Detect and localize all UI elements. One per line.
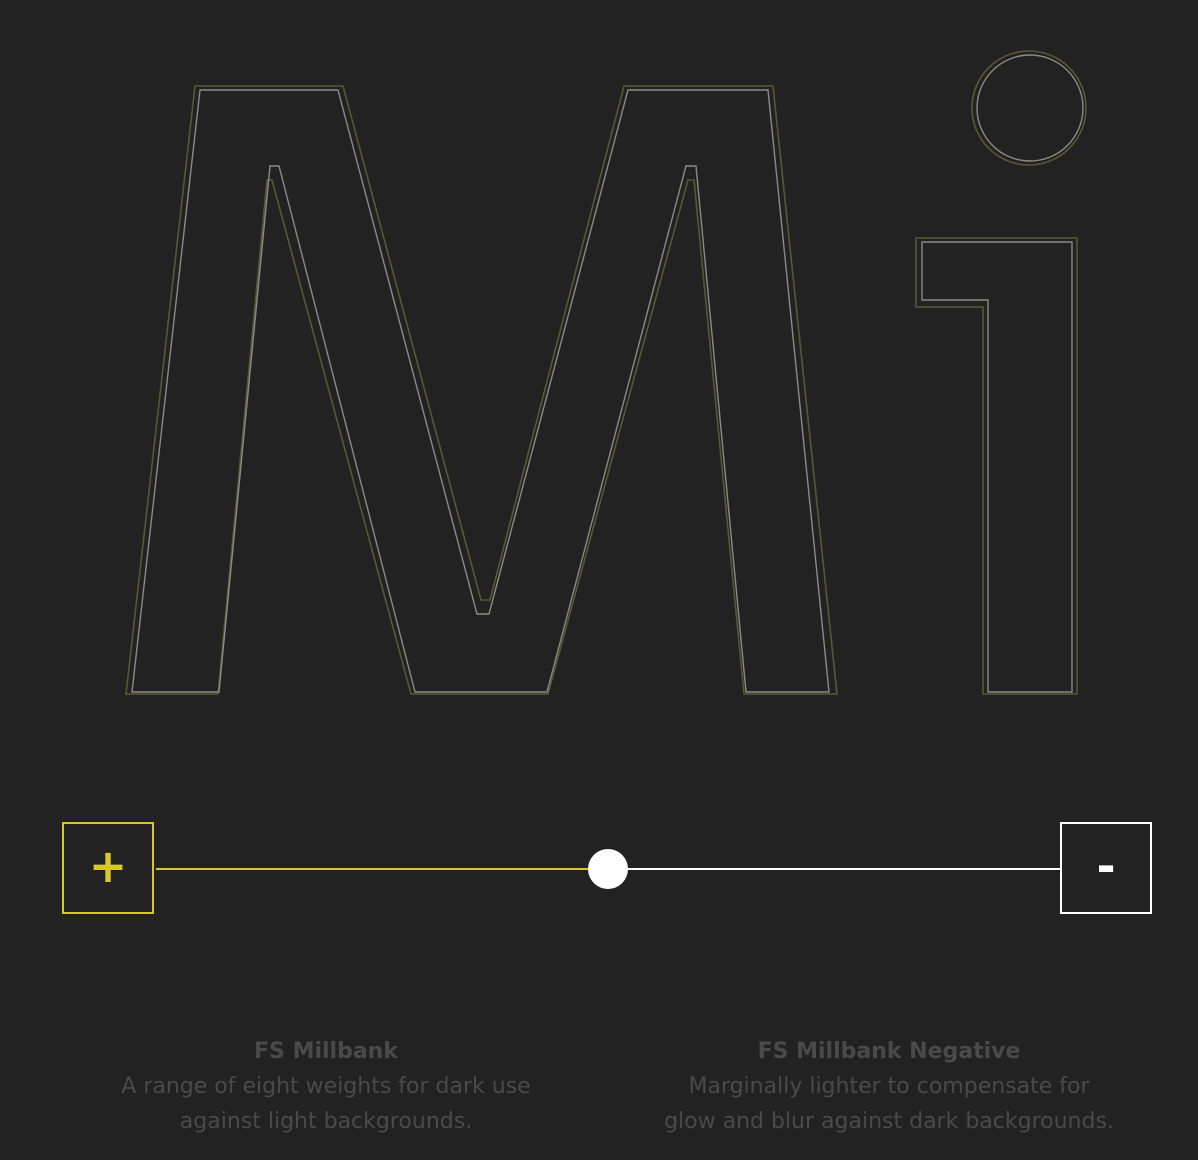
letter-m-outline-regular <box>125 85 838 695</box>
plus-icon: + <box>88 839 128 893</box>
font-description-line: Marginally lighter to compensate for <box>688 1074 1090 1099</box>
minus-icon: - <box>1096 839 1116 893</box>
increase-weight-button[interactable]: + <box>62 822 154 914</box>
slider-track-filled[interactable] <box>156 868 608 870</box>
font-description-line: A range of eight weights for dark use <box>121 1074 531 1099</box>
letter-i-stem-outline-negative <box>921 241 1073 693</box>
weight-slider-thumb[interactable] <box>588 849 628 889</box>
glyph-outline-regular <box>125 50 1087 695</box>
font-description-line: against light backgrounds. <box>179 1109 473 1134</box>
font-caption-millbank: FS Millbank A range of eight weights for… <box>96 1034 556 1139</box>
letter-i-dot-outline-negative <box>976 54 1084 162</box>
slider-track-remaining[interactable] <box>608 868 1060 870</box>
font-title: FS Millbank <box>254 1039 398 1064</box>
decrease-weight-button[interactable]: - <box>1060 822 1152 914</box>
letter-m-outline-negative <box>131 89 830 693</box>
font-title: FS Millbank Negative <box>757 1039 1021 1064</box>
letter-i-dot-outline-regular <box>971 50 1087 166</box>
specimen-glyph-outline <box>125 50 1087 695</box>
letter-i-stem-outline-regular <box>915 237 1078 695</box>
font-caption-millbank-negative: FS Millbank Negative Marginally lighter … <box>644 1034 1134 1139</box>
font-description-line: glow and blur against dark backgrounds. <box>664 1109 1114 1134</box>
